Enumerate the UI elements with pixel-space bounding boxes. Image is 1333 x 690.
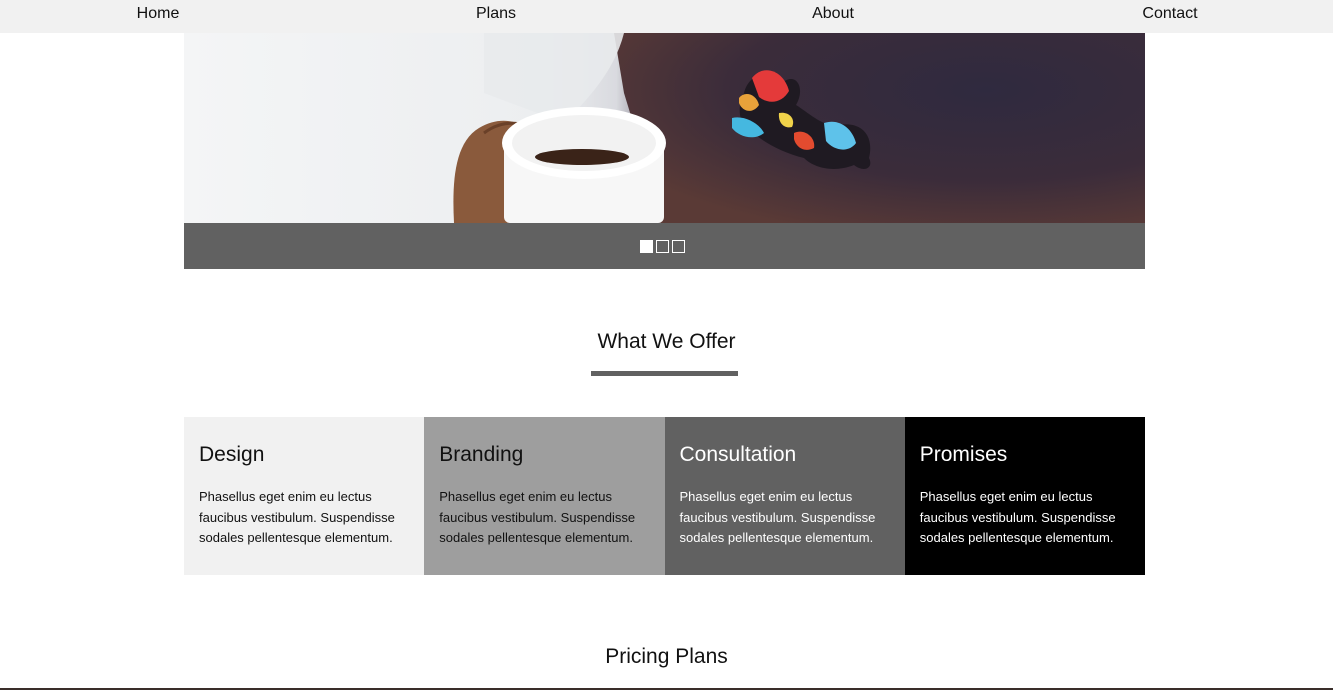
- title-underline: [591, 371, 738, 376]
- slider-dots: [640, 240, 685, 254]
- offer-card-text: Phasellus eget enim eu lectus faucibus v…: [679, 489, 876, 545]
- coffee-photo-illustration: [184, 33, 1145, 223]
- offer-card-text: Phasellus eget enim eu lectus faucibus v…: [439, 489, 636, 545]
- offer-card-title: Consultation: [679, 443, 797, 466]
- offer-card-title: Promises: [919, 443, 1008, 466]
- nav-home-link[interactable]: Home: [137, 0, 180, 27]
- offer-card-text: Phasellus eget enim eu lectus faucibus v…: [199, 489, 395, 545]
- offer-card-title: Design: [199, 443, 265, 466]
- section-title-pricing-plans: Pricing Plans: [605, 645, 728, 668]
- offer-card-text: Phasellus eget enim eu lectus faucibus v…: [919, 489, 1116, 545]
- nav-plans-link[interactable]: Plans: [476, 0, 516, 27]
- hero-slide-image: [184, 33, 1145, 223]
- offer-card-promises: Promises Phasellus eget enim eu lectus f…: [904, 417, 1145, 575]
- section-title-what-we-offer: What We Offer: [597, 330, 736, 353]
- offer-cards: Design Phasellus eget enim eu lectus fau…: [184, 417, 1145, 575]
- nav-about-link[interactable]: About: [812, 0, 854, 27]
- offer-card-consultation: Consultation Phasellus eget enim eu lect…: [664, 417, 905, 575]
- slide-dot-2[interactable]: [656, 240, 669, 253]
- offer-card-design: Design Phasellus eget enim eu lectus fau…: [184, 417, 425, 575]
- offer-card-branding: Branding Phasellus eget enim eu lectus f…: [424, 417, 665, 575]
- offer-card-title: Branding: [439, 443, 524, 466]
- slide-dot-3[interactable]: [672, 240, 685, 253]
- nav-contact-link[interactable]: Contact: [1142, 0, 1197, 27]
- slide-dot-1[interactable]: [640, 240, 653, 253]
- top-nav: Home Plans About Contact: [0, 0, 1333, 33]
